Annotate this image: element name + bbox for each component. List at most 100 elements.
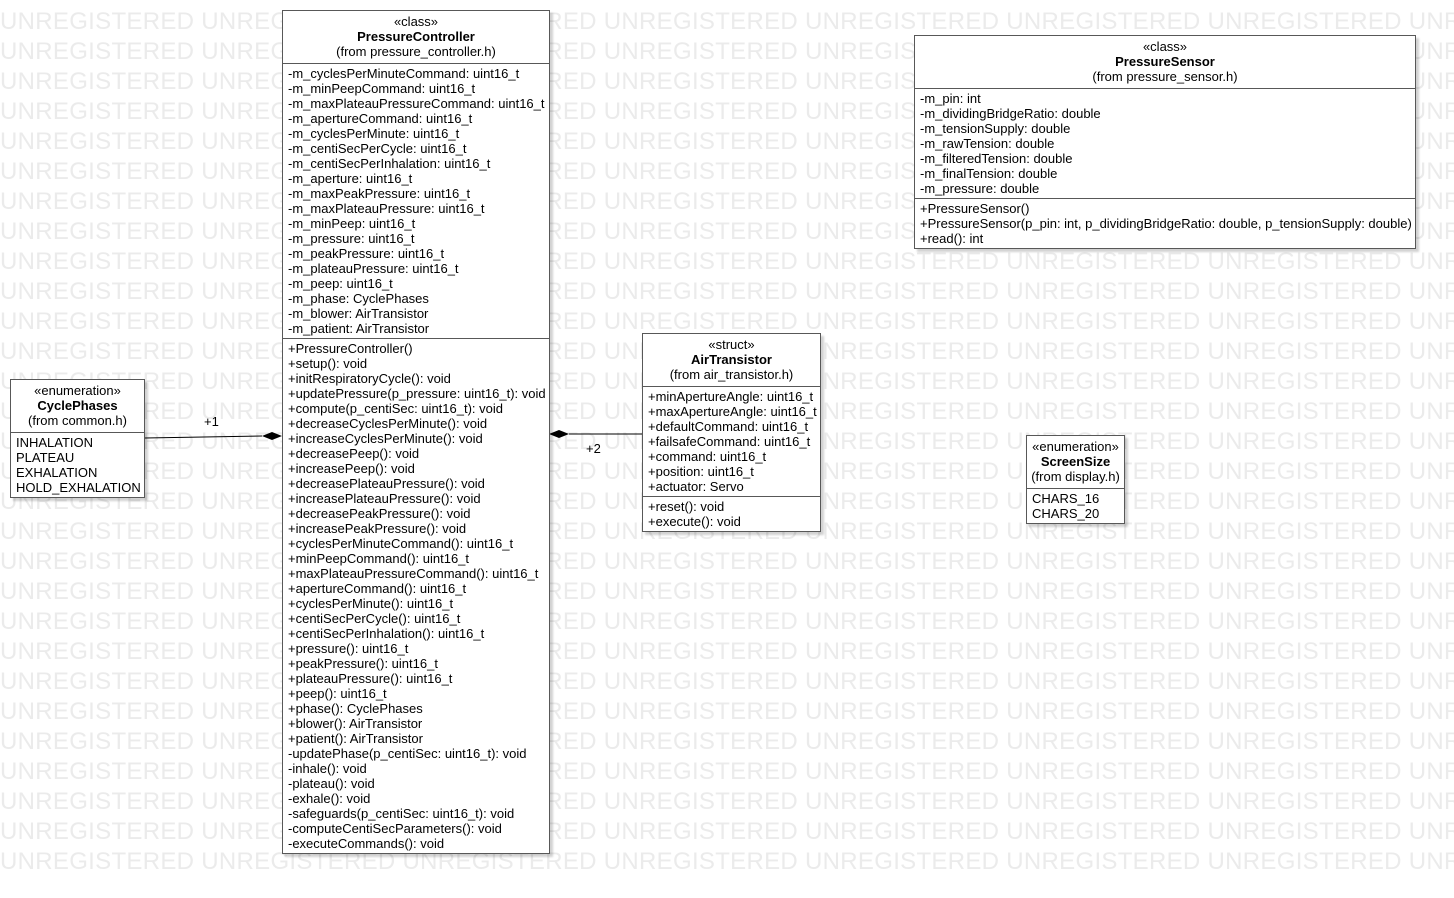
- class-header: «enumeration» ScreenSize (from display.h…: [1027, 436, 1124, 489]
- operation-row: +increasePlateauPressure(): void: [288, 491, 481, 506]
- class-source: (from pressure_controller.h): [336, 44, 496, 59]
- attribute-compartment: -m_cyclesPerMinuteCommand: uint16_t -m_mi…: [283, 64, 549, 338]
- class-name: PressureController: [357, 29, 475, 44]
- attribute-row: -m_pressure: uint16_t: [288, 231, 415, 246]
- attribute-row: -m_finalTension: double: [920, 166, 1058, 181]
- operation-row: +updatePressure(p_pressure: uint16_t): v…: [288, 386, 546, 401]
- class-header: «enumeration» CyclePhases (from common.h…: [11, 380, 144, 433]
- class-source: (from common.h): [28, 413, 127, 428]
- operation-row: +phase(): CyclePhases: [288, 701, 423, 716]
- pressure-sensor-class[interactable]: «class» PressureSensor (from pressure_se…: [914, 35, 1416, 249]
- attribute-row: -m_blower: AirTransistor: [288, 306, 429, 321]
- operation-row: -plateau(): void: [288, 776, 375, 791]
- operation-row: +centiSecPerInhalation(): uint16_t: [288, 626, 485, 641]
- operation-row: -inhale(): void: [288, 761, 367, 776]
- attribute-row: -m_apertureCommand: uint16_t: [288, 111, 473, 126]
- operation-row: +increasePeep(): void: [288, 461, 415, 476]
- operation-row: -safeguards(p_centiSec: uint16_t): void: [288, 806, 515, 821]
- class-name: ScreenSize: [1040, 454, 1111, 469]
- attribute-row: -m_maxPlateauPressureCommand: uint16_t: [288, 96, 545, 111]
- operation-row: +decreasePeakPressure(): void: [288, 506, 471, 521]
- operation-row: +setup(): void: [288, 356, 368, 371]
- operation-row: +increaseCyclesPerMinute(): void: [288, 431, 483, 446]
- attribute-row: +maxApertureAngle: uint16_t: [648, 404, 817, 419]
- class-source: (from display.h): [1031, 469, 1120, 484]
- attribute-row: -m_plateauPressure: uint16_t: [288, 261, 459, 276]
- cycle-phases-enumeration[interactable]: «enumeration» CyclePhases (from common.h…: [10, 379, 145, 498]
- attribute-row: -m_rawTension: double: [920, 136, 1055, 151]
- literal-compartment: CHARS_16 CHARS_20: [1027, 489, 1124, 523]
- air-transistor-struct[interactable]: «struct» AirTransistor (from air_transis…: [642, 333, 821, 532]
- multiplicity-label-airtransistor: +2: [586, 441, 601, 456]
- operation-row: +decreasePeep(): void: [288, 446, 420, 461]
- attribute-row: +minApertureAngle: uint16_t: [648, 389, 814, 404]
- attribute-row: -m_tensionSupply: double: [920, 121, 1071, 136]
- attribute-row: -m_maxPlateauPressure: uint16_t: [288, 201, 485, 216]
- operation-row: +apertureCommand(): uint16_t: [288, 581, 467, 596]
- operation-row: +PressureSensor(p_pin: int, p_dividingBr…: [920, 216, 1412, 231]
- operation-row: +increasePeakPressure(): void: [288, 521, 467, 536]
- class-header: «class» PressureController (from pressur…: [283, 11, 549, 64]
- attribute-row: -m_pressure: double: [920, 181, 1040, 196]
- screen-size-enumeration[interactable]: «enumeration» ScreenSize (from display.h…: [1026, 435, 1125, 524]
- operation-row: +centiSecPerCycle(): uint16_t: [288, 611, 461, 626]
- class-stereotype: «enumeration»: [1032, 439, 1119, 454]
- attribute-row: -m_centiSecPerCycle: uint16_t: [288, 141, 467, 156]
- operation-row: +cyclesPerMinute(): uint16_t: [288, 596, 454, 611]
- operation-row: +compute(p_centiSec: uint16_t): void: [288, 401, 503, 416]
- attribute-row: -m_centiSecPerInhalation: uint16_t: [288, 156, 491, 171]
- operation-row: +plateauPressure(): uint16_t: [288, 671, 453, 686]
- enum-literal: HOLD_EXHALATION: [16, 480, 141, 495]
- operation-row: +initRespiratoryCycle(): void: [288, 371, 451, 386]
- attribute-row: -m_peep: uint16_t: [288, 276, 393, 291]
- operation-row: -updatePhase(p_centiSec: uint16_t): void: [288, 746, 527, 761]
- multiplicity-label-cyclephases: +1: [204, 414, 219, 429]
- enum-literal: CHARS_16: [1032, 491, 1100, 506]
- attribute-row: -m_minPeep: uint16_t: [288, 216, 416, 231]
- class-stereotype: «enumeration»: [34, 383, 121, 398]
- association-line-cyclephases: [144, 435, 263, 439]
- operation-row: -computeCentiSecParameters(): void: [288, 821, 502, 836]
- class-name: AirTransistor: [691, 352, 772, 367]
- attribute-compartment: -m_pin: int -m_dividingBridgeRatio: doubl…: [915, 89, 1415, 198]
- class-header: «struct» AirTransistor (from air_transis…: [643, 334, 820, 387]
- operation-row: +cyclesPerMinuteCommand(): uint16_t: [288, 536, 514, 551]
- class-stereotype: «class»: [1142, 39, 1188, 54]
- attribute-compartment: +minApertureAngle: uint16_t +maxApertureA…: [643, 387, 820, 496]
- attribute-row: -m_patient: AirTransistor: [288, 321, 430, 336]
- pressure-controller-class[interactable]: «class» PressureController (from pressur…: [282, 10, 550, 854]
- operation-compartment: +reset(): void +execute(): void: [643, 496, 820, 531]
- attribute-row: -m_phase: CyclePhases: [288, 291, 429, 306]
- attribute-row: -m_maxPeakPressure: uint16_t: [288, 186, 471, 201]
- operation-row: +peakPressure(): uint16_t: [288, 656, 438, 671]
- operation-row: +execute(): void: [648, 514, 741, 529]
- class-name: CyclePhases: [37, 398, 118, 413]
- operation-row: +reset(): void: [648, 499, 725, 514]
- attribute-row: -m_peakPressure: uint16_t: [288, 246, 445, 261]
- operation-row: +patient(): AirTransistor: [288, 731, 423, 746]
- attribute-row: +defaultCommand: uint16_t: [648, 419, 809, 434]
- attribute-row: -m_minPeepCommand: uint16_t: [288, 81, 476, 96]
- attribute-row: -m_cyclesPerMinute: uint16_t: [288, 126, 460, 141]
- attribute-row: +actuator: Servo: [648, 479, 744, 494]
- class-source: (from pressure_sensor.h): [1092, 69, 1238, 84]
- operation-row: +blower(): AirTransistor: [288, 716, 423, 731]
- composition-diamond-airtransistor: [549, 430, 569, 438]
- operation-row: -executeCommands(): void: [288, 836, 445, 851]
- operation-row: +pressure(): uint16_t: [288, 641, 409, 656]
- class-stereotype: «class»: [393, 14, 439, 29]
- composition-diamond-cyclephases: [262, 432, 282, 440]
- operation-compartment: +PressureSensor() +PressureSensor(p_pin: …: [915, 198, 1415, 248]
- attribute-row: -m_cyclesPerMinuteCommand: uint16_t: [288, 66, 520, 81]
- enum-literal: EXHALATION: [16, 465, 98, 480]
- class-header: «class» PressureSensor (from pressure_se…: [915, 36, 1415, 89]
- attribute-row: -m_filteredTension: double: [920, 151, 1073, 166]
- attribute-row: -m_aperture: uint16_t: [288, 171, 413, 186]
- attribute-row: +command: uint16_t: [648, 449, 767, 464]
- operation-compartment: +PressureController() +setup(): void +init…: [283, 338, 549, 853]
- operation-row: +decreaseCyclesPerMinute(): void: [288, 416, 488, 431]
- operation-row: +decreasePlateauPressure(): void: [288, 476, 485, 491]
- enum-literal: CHARS_20: [1032, 506, 1100, 521]
- class-stereotype: «struct»: [708, 337, 755, 352]
- enum-literal: INHALATION: [16, 435, 94, 450]
